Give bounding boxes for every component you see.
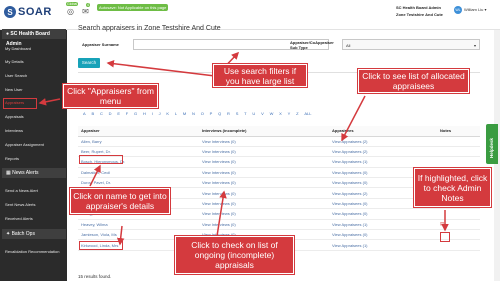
- arrow-to-name-2: [116, 225, 125, 246]
- callout-appraisers-menu: Click "Appraisers" from menu: [62, 83, 159, 109]
- callout-incomplete-interviews: Click to check on list of ongoing (incom…: [174, 235, 295, 275]
- arrow-to-name: [89, 164, 101, 187]
- callout-admin-notes: If highlighted, click to check Admin Not…: [413, 167, 492, 208]
- arrow-to-appraisees: [341, 95, 366, 142]
- callout-search-filters: Use search filters if you have large lis…: [212, 63, 308, 88]
- callout-allocated-appraisees: Click to see list of allocated appraisee…: [357, 68, 470, 94]
- arrow-to-interviews: [216, 190, 227, 237]
- callout-appraiser-name: Click on name to get into appraiser's de…: [69, 187, 171, 215]
- arrow-to-menu: [38, 98, 61, 106]
- arrow-to-search: [106, 60, 216, 77]
